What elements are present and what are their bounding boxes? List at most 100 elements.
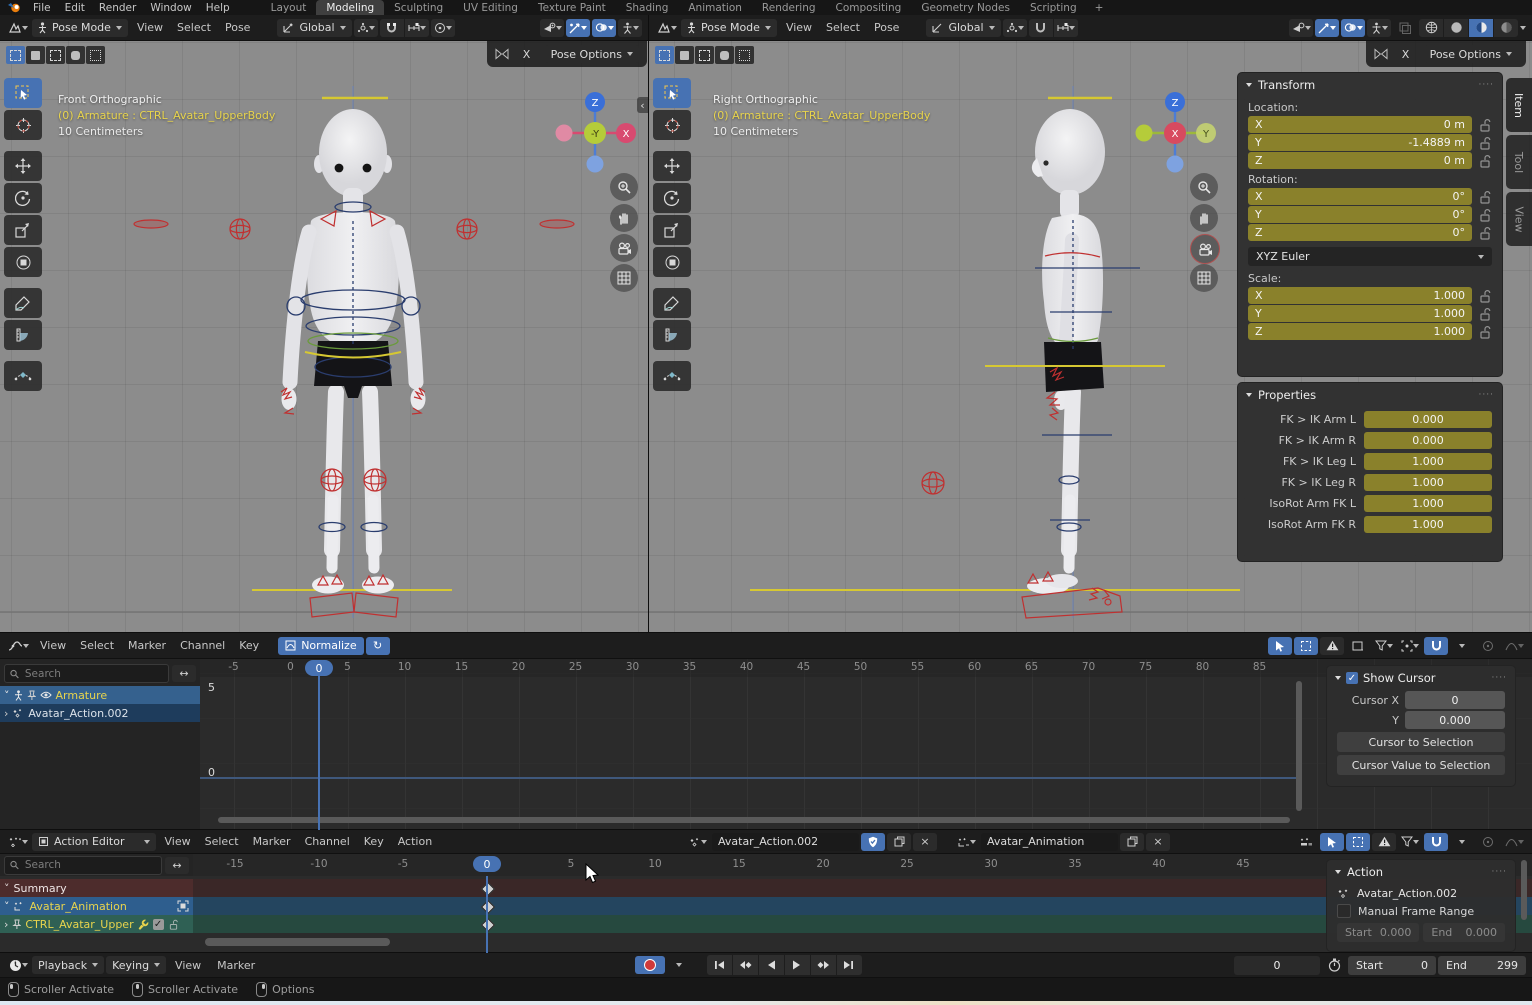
show-cursor-checkbox[interactable]: ✓ xyxy=(1346,672,1358,684)
dope-menu-item[interactable]: Marker xyxy=(246,835,298,848)
cursor-to-selection-button[interactable]: Cursor to Selection xyxy=(1337,732,1505,752)
lock-icon[interactable] xyxy=(1478,289,1492,303)
pose-options-dropdown[interactable]: Pose Options xyxy=(1424,45,1518,63)
dope-vscrollbar[interactable] xyxy=(1521,860,1527,920)
expand-caret-icon[interactable]: ˅ xyxy=(4,689,10,702)
property-slider[interactable]: 0.000 xyxy=(1364,432,1492,449)
play-reverse-button[interactable] xyxy=(759,955,784,975)
tool-move[interactable] xyxy=(653,151,691,181)
play-button[interactable] xyxy=(785,955,810,975)
action-end-field[interactable]: End0.000 xyxy=(1423,923,1505,942)
panel-collapse-icon[interactable] xyxy=(1246,83,1252,87)
select-tweak-button[interactable] xyxy=(655,46,674,64)
select-box-button[interactable] xyxy=(26,46,45,64)
fake-user-shield-button[interactable] xyxy=(861,833,885,851)
tool-rotate[interactable] xyxy=(4,183,42,213)
snap-icon[interactable] xyxy=(1424,833,1448,851)
workspace-tab[interactable]: Rendering xyxy=(752,0,826,15)
keyframe-diamond[interactable] xyxy=(481,900,495,914)
cursor-x-field[interactable]: 0 xyxy=(1405,691,1505,709)
workspace-tab[interactable]: Layout xyxy=(261,0,317,15)
timeline-view-menu[interactable]: View xyxy=(168,959,208,972)
tool-rotate[interactable] xyxy=(653,183,691,213)
only-errors-icon[interactable] xyxy=(1320,637,1344,655)
keying-set-chevron[interactable] xyxy=(667,956,691,974)
normalize-auto-refresh-button[interactable]: ↻ xyxy=(366,637,390,655)
influence-checkbox[interactable]: ✓ xyxy=(153,919,164,930)
action-name-field[interactable]: Avatar_Action.002 xyxy=(712,833,859,851)
falloff-curve-icon[interactable] xyxy=(1502,833,1526,851)
pose-options-dropdown[interactable]: Pose Options xyxy=(545,45,639,63)
select-lasso-button[interactable] xyxy=(66,46,85,64)
prev-keyframe-button[interactable] xyxy=(733,955,758,975)
lock-icon[interactable] xyxy=(1478,325,1492,339)
wrench-icon[interactable] xyxy=(138,919,149,930)
workspace-tab[interactable]: Compositing xyxy=(826,0,912,15)
falloff-curve-icon[interactable] xyxy=(1502,637,1526,655)
rotation-field[interactable]: Z0° xyxy=(1248,224,1472,241)
tool-cursor[interactable] xyxy=(4,110,42,140)
location-field[interactable]: Y-1.4889 m xyxy=(1248,134,1472,151)
location-field[interactable]: Z0 m xyxy=(1248,152,1472,169)
workspace-tab[interactable]: UV Editing xyxy=(453,0,528,15)
nla-strip-icon[interactable] xyxy=(1294,833,1318,851)
new-action-copy-button[interactable] xyxy=(887,833,911,851)
tool-annotate[interactable] xyxy=(4,288,42,318)
panel-drag-handle[interactable]: ···· xyxy=(1479,390,1494,400)
dope-menu-item[interactable]: Action xyxy=(391,835,439,848)
auto-keying-record-button[interactable] xyxy=(635,956,665,974)
tab-item[interactable]: Item xyxy=(1506,78,1532,132)
tool-select-box[interactable] xyxy=(4,78,42,108)
use-preview-range-button[interactable] xyxy=(1322,956,1346,974)
cursor-value-to-selection-button[interactable]: Cursor Value to Selection xyxy=(1337,755,1505,775)
editor-type-icon[interactable] xyxy=(6,637,31,655)
workspace-tab[interactable]: Scripting xyxy=(1020,0,1087,15)
channel-row-summary[interactable]: ˅ Summary xyxy=(0,879,1532,897)
property-slider[interactable]: 1.000 xyxy=(1364,495,1492,512)
filter-toggle-button[interactable]: ↔ xyxy=(172,665,196,682)
select-box-button[interactable] xyxy=(675,46,694,64)
panel-drag-handle[interactable]: ···· xyxy=(1492,673,1507,683)
mirror-x-toggle[interactable]: X xyxy=(1394,45,1418,63)
frame-start-field[interactable]: Start0 xyxy=(1348,956,1436,975)
tool-move[interactable] xyxy=(4,151,42,181)
scale-field[interactable]: Y1.000 xyxy=(1248,305,1472,322)
graph-menu-item[interactable]: View xyxy=(33,639,73,652)
select-lasso-button[interactable] xyxy=(715,46,734,64)
panel-drag-handle[interactable]: ···· xyxy=(1479,80,1494,90)
tab-view[interactable]: View xyxy=(1506,192,1532,246)
manual-frame-range-checkbox[interactable] xyxy=(1337,904,1351,918)
snap-icon[interactable] xyxy=(1424,637,1448,655)
app-menu-item[interactable]: Edit xyxy=(58,2,92,14)
timeline-marker-menu[interactable]: Marker xyxy=(210,959,262,972)
editor-mode-select[interactable]: Action Editor xyxy=(32,833,156,851)
app-menu-item[interactable]: Help xyxy=(199,2,237,14)
graph-vscrollbar[interactable] xyxy=(1296,681,1302,811)
graph-menu-item[interactable]: Channel xyxy=(173,639,232,652)
add-workspace-button[interactable]: + xyxy=(1087,2,1112,14)
tool-transform[interactable] xyxy=(653,247,691,277)
tool-measure[interactable] xyxy=(653,320,691,350)
action-slot-icon[interactable] xyxy=(955,833,979,851)
lock-icon[interactable] xyxy=(1478,154,1492,168)
channel-armature[interactable]: ˅ Armature xyxy=(0,686,200,704)
select-tweak-button[interactable] xyxy=(6,46,25,64)
dope-menu-item[interactable]: Channel xyxy=(298,835,357,848)
dope-menu-item[interactable]: Select xyxy=(198,835,246,848)
filter-toggle-button[interactable]: ↔ xyxy=(165,857,189,874)
proportional-edit-icon[interactable] xyxy=(1476,833,1500,851)
select-circle-button[interactable] xyxy=(695,46,714,64)
graph-menu-item[interactable]: Key xyxy=(232,639,266,652)
select-more-button[interactable] xyxy=(86,46,105,64)
channel-action[interactable]: › Avatar_Action.002 xyxy=(0,704,200,722)
snap-options-chevron[interactable] xyxy=(1450,637,1474,655)
frame-end-field[interactable]: End299 xyxy=(1438,956,1526,975)
keyframe-diamond[interactable] xyxy=(481,882,495,896)
lock-icon[interactable] xyxy=(1478,307,1492,321)
dope-menu-item[interactable]: Key xyxy=(357,835,391,848)
duplicate-slot-button[interactable] xyxy=(1120,833,1144,851)
workspace-tab[interactable]: Modeling xyxy=(316,0,384,15)
next-keyframe-button[interactable] xyxy=(811,955,836,975)
expand-caret-icon[interactable]: › xyxy=(4,707,8,720)
tool-select-box[interactable] xyxy=(653,78,691,108)
